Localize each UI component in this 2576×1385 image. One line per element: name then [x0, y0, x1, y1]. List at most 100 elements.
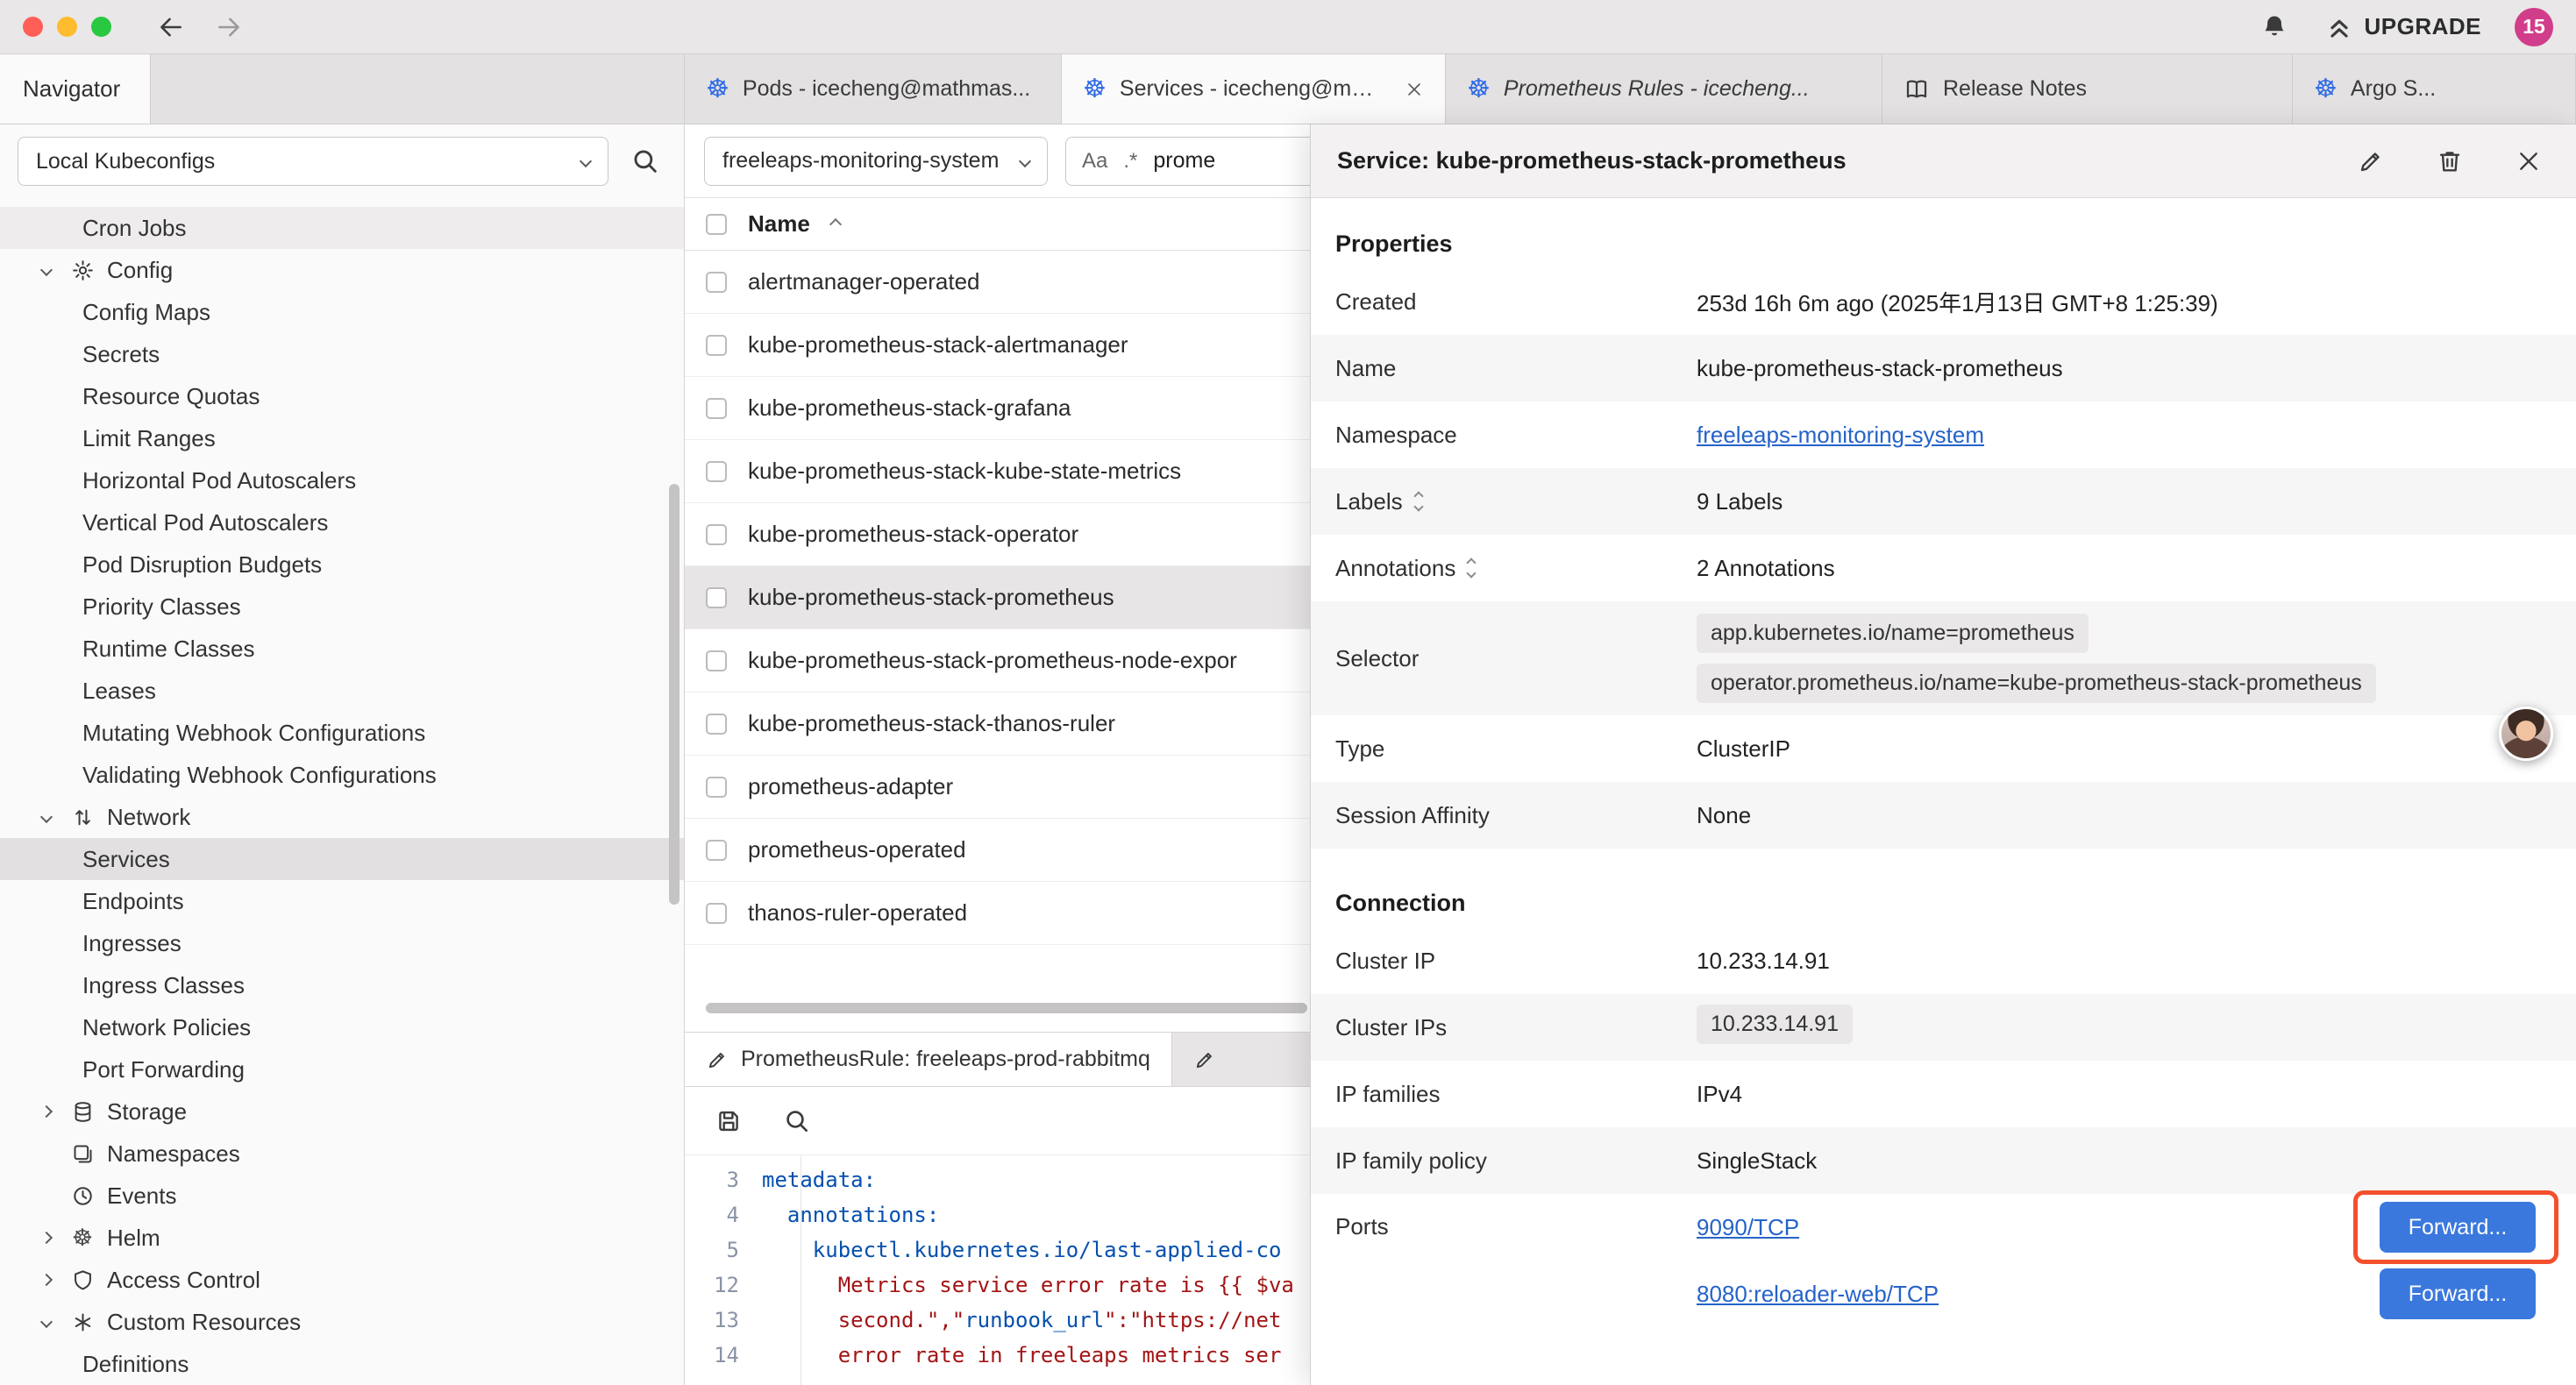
minimize-window-button[interactable] — [57, 17, 77, 37]
sidebar-item-vertical-pod-autoscalers[interactable]: Vertical Pod Autoscalers — [0, 501, 684, 543]
sidebar-item-mutating-webhook-configurations[interactable]: Mutating Webhook Configurations — [0, 712, 684, 754]
match-case-toggle[interactable]: Aa — [1082, 149, 1107, 174]
sidebar-item-secrets[interactable]: Secrets — [0, 333, 684, 375]
port-link-8080-reloader-web[interactable]: 8080:reloader-web/TCP — [1697, 1281, 1939, 1308]
row-checkbox[interactable] — [706, 461, 727, 482]
filter-query: prome — [1153, 148, 1215, 174]
user-avatar[interactable] — [2499, 707, 2553, 761]
row-checkbox[interactable] — [706, 587, 727, 608]
tab-navigator[interactable]: Navigator — [0, 54, 151, 124]
expand-annotations-icon[interactable] — [1468, 559, 1475, 577]
sidebar-item-cron-jobs[interactable]: Cron Jobs — [0, 207, 684, 249]
sidebar-item-resource-quotas[interactable]: Resource Quotas — [0, 375, 684, 417]
editor-search-button[interactable] — [776, 1100, 818, 1142]
search-icon — [783, 1107, 811, 1135]
sidebar-item-definitions[interactable]: Definitions — [0, 1343, 684, 1385]
row-checkbox[interactable] — [706, 398, 727, 419]
editor-tab-prometheusrule[interactable]: PrometheusRule: freeleaps-prod-rabbitmq — [685, 1033, 1172, 1086]
close-tab-button[interactable] — [1405, 80, 1424, 99]
sidebar-item-ingress-classes[interactable]: Ingress Classes — [0, 964, 684, 1006]
sidebar-item-services[interactable]: Services — [0, 838, 684, 880]
tab-prometheus-rules[interactable]: ☸ Prometheus Rules - icecheng... — [1446, 54, 1882, 124]
row-checkbox[interactable] — [706, 840, 727, 861]
port-link-9090[interactable]: 9090/TCP — [1697, 1214, 1799, 1241]
select-all-checkbox[interactable] — [706, 214, 727, 235]
close-icon — [2515, 147, 2543, 175]
tab-bar: Navigator ☸ Pods - icecheng@mathmas... ☸… — [0, 54, 2576, 124]
floppy-disk-icon — [715, 1107, 743, 1135]
sidebar-item-leases[interactable]: Leases — [0, 670, 684, 712]
navigator-label: Navigator — [23, 75, 120, 103]
sidebar-item-storage[interactable]: Storage — [0, 1090, 684, 1133]
upgrade-button[interactable]: UPGRADE — [2325, 13, 2481, 41]
sidebar-item-runtime-classes[interactable]: Runtime Classes — [0, 628, 684, 670]
sidebar-item-helm[interactable]: ☸ Helm — [0, 1217, 684, 1259]
bell-icon — [2259, 12, 2289, 42]
sidebar-item-namespaces[interactable]: Namespaces — [0, 1133, 684, 1175]
back-button[interactable] — [153, 10, 189, 45]
forward-button[interactable] — [211, 10, 246, 45]
sidebar-item-access-control[interactable]: Access Control — [0, 1259, 684, 1301]
tab-services[interactable]: ☸ Services - icecheng@math... — [1062, 54, 1446, 124]
chevron-right-icon — [40, 1274, 53, 1286]
delete-button[interactable] — [2429, 140, 2471, 182]
sidebar-item-network[interactable]: Network — [0, 796, 684, 838]
tab-argo[interactable]: ☸ Argo S... — [2293, 54, 2576, 124]
property-row-name: Name kube-prometheus-stack-prometheus — [1311, 335, 2576, 401]
regex-toggle[interactable]: .* — [1123, 149, 1137, 174]
row-checkbox[interactable] — [706, 524, 727, 545]
notifications-button[interactable] — [2257, 10, 2292, 45]
sidebar-item-priority-classes[interactable]: Priority Classes — [0, 586, 684, 628]
sidebar-item-validating-webhook-configurations[interactable]: Validating Webhook Configurations — [0, 754, 684, 796]
edit-button[interactable] — [2350, 140, 2392, 182]
sidebar-item-horizontal-pod-autoscalers[interactable]: Horizontal Pod Autoscalers — [0, 459, 684, 501]
row-checkbox[interactable] — [706, 777, 727, 798]
sidebar-item-config[interactable]: Config — [0, 249, 684, 291]
sidebar-item-limit-ranges[interactable]: Limit Ranges — [0, 417, 684, 459]
storage-database-icon — [70, 1099, 95, 1124]
sidebar-item-network-policies[interactable]: Network Policies — [0, 1006, 684, 1048]
property-row-session-affinity: Session Affinity None — [1311, 782, 2576, 849]
drawer-header: Service: kube-prometheus-stack-prometheu… — [1311, 124, 2576, 198]
zoom-window-button[interactable] — [91, 17, 111, 37]
sidebar-search-button[interactable] — [624, 140, 666, 182]
sidebar-item-endpoints[interactable]: Endpoints — [0, 880, 684, 922]
row-checkbox[interactable] — [706, 903, 727, 924]
row-checkbox[interactable] — [706, 650, 727, 671]
row-checkbox[interactable] — [706, 272, 727, 293]
notification-count-badge[interactable]: 15 — [2515, 8, 2553, 46]
close-drawer-button[interactable] — [2508, 140, 2550, 182]
sort-ascending-icon[interactable] — [829, 217, 842, 230]
pencil-icon — [706, 1048, 729, 1071]
pencil-icon — [2357, 147, 2385, 175]
sidebar-item-port-forwarding[interactable]: Port Forwarding — [0, 1048, 684, 1090]
sidebar-item-custom-resources[interactable]: Custom Resources — [0, 1301, 684, 1343]
property-row-namespace: Namespace freeleaps-monitoring-system — [1311, 401, 2576, 468]
sidebar-item-events[interactable]: Events — [0, 1175, 684, 1217]
trash-icon — [2436, 147, 2464, 175]
save-button[interactable] — [708, 1100, 750, 1142]
row-checkbox[interactable] — [706, 335, 727, 356]
close-icon — [1405, 80, 1424, 99]
sidebar-scrollbar[interactable] — [669, 484, 680, 905]
sidebar-item-ingresses[interactable]: Ingresses — [0, 922, 684, 964]
tab-release-notes[interactable]: Release Notes — [1882, 54, 2293, 124]
name-column-header[interactable]: Name — [748, 210, 810, 238]
row-checkbox[interactable] — [706, 714, 727, 735]
sidebar-item-pod-disruption-budgets[interactable]: Pod Disruption Budgets — [0, 543, 684, 586]
horizontal-scrollbar[interactable] — [706, 1003, 1307, 1013]
kubernetes-wheel-icon: ☸ — [1083, 76, 1107, 103]
forward-port-button[interactable]: Forward... — [2380, 1268, 2536, 1319]
forward-port-button[interactable]: Forward... — [2380, 1202, 2536, 1253]
titlebar: UPGRADE 15 — [0, 0, 2576, 54]
expand-labels-icon[interactable] — [1415, 493, 1422, 510]
double-chevron-up-icon — [2325, 13, 2353, 41]
tab-pods[interactable]: ☸ Pods - icecheng@mathmas... — [685, 54, 1062, 124]
kubeconfig-select[interactable]: Local Kubeconfigs — [18, 137, 608, 186]
property-row-annotations: Annotations 2 Annotations — [1311, 535, 2576, 601]
sidebar-item-config-maps[interactable]: Config Maps — [0, 291, 684, 333]
namespace-link[interactable]: freeleaps-monitoring-system — [1697, 422, 1984, 448]
namespace-select[interactable]: freeleaps-monitoring-system — [704, 137, 1048, 186]
close-window-button[interactable] — [23, 17, 43, 37]
window-controls — [23, 17, 111, 37]
